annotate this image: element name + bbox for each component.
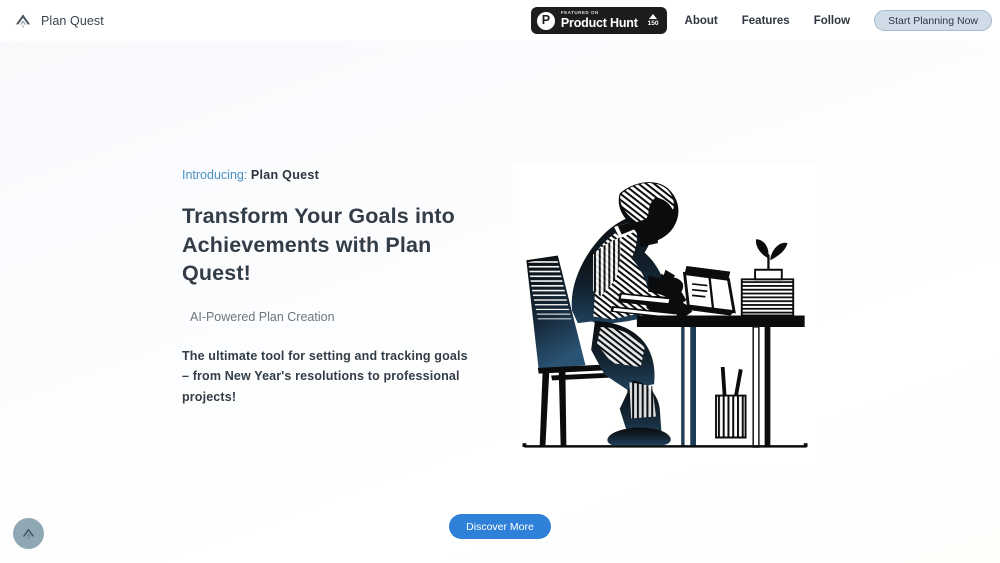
nav-link-about[interactable]: About [685,15,718,27]
chevron-up-icon [20,525,37,542]
product-hunt-upvotes: 150 [647,13,659,28]
hero-headline: Transform Your Goals into Achievements w… [182,204,455,285]
hero-description: The ultimate tool for setting and tracki… [182,348,468,404]
hero-eyebrow-label: Introducing: [182,168,248,182]
site-header: Plan Quest P FEATURED ON Product Hunt 15… [0,0,1000,41]
nav-link-features[interactable]: Features [742,15,790,27]
product-hunt-upvote-count: 150 [647,19,659,27]
triangle-up-icon [649,13,658,19]
person-writing-at-desk-illustration [513,163,818,468]
nav-link-follow[interactable]: Follow [814,15,850,27]
brand-logo-link[interactable]: Plan Quest [13,11,104,31]
product-hunt-text: FEATURED ON Product Hunt [561,11,638,29]
mountain-logo-icon [13,11,33,31]
product-hunt-logo-icon: P [536,11,555,30]
hero-section: Introducing: Plan Quest Transform Your G… [0,41,1000,501]
hero-eyebrow: Introducing: Plan Quest [182,168,482,182]
brand-name-label: Plan Quest [41,13,104,28]
hero-copy: Introducing: Plan Quest Transform Your G… [182,168,482,407]
scroll-to-top-button[interactable] [13,518,44,549]
hero-subhead: AI-Powered Plan Creation [190,309,335,324]
hero-eyebrow-product: Plan Quest [250,168,320,182]
start-planning-now-button[interactable]: Start Planning Now [874,10,992,31]
product-hunt-name-label: Product Hunt [560,16,638,31]
header-actions: P FEATURED ON Product Hunt 150 About Fea… [530,7,992,34]
discover-more-button[interactable]: Discover More [449,514,551,539]
product-hunt-badge[interactable]: P FEATURED ON Product Hunt 150 [530,7,667,34]
